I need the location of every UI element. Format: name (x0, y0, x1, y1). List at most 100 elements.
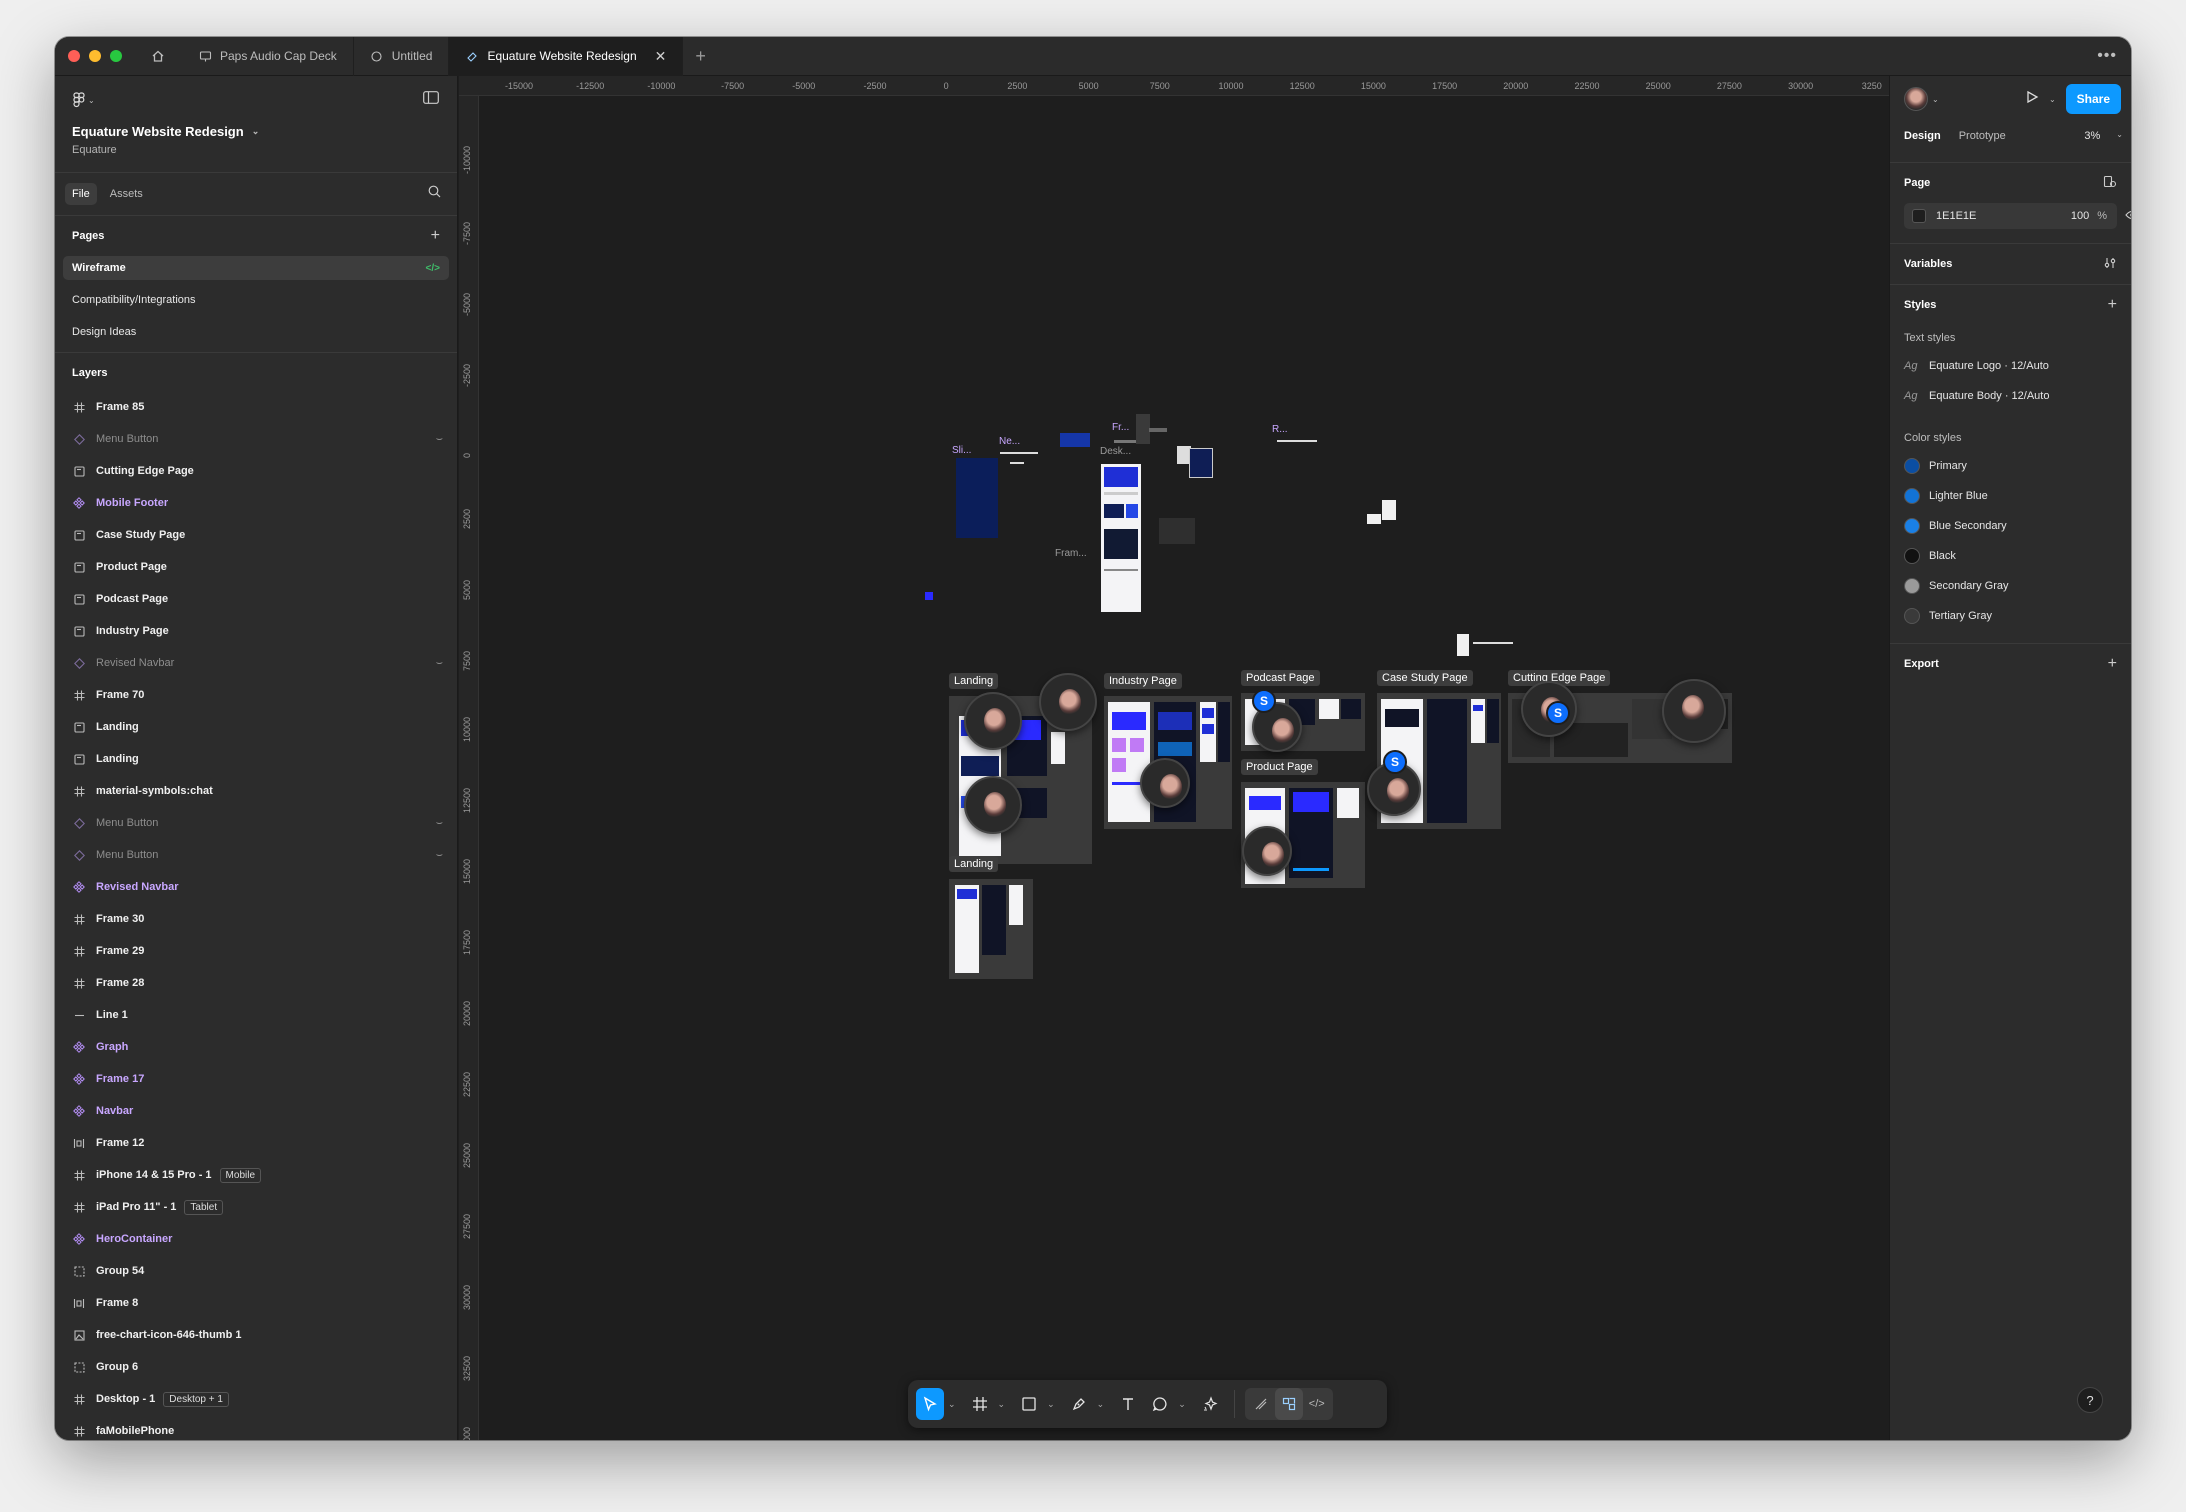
frame-thumb[interactable] (1319, 699, 1339, 719)
tab-assets[interactable]: Assets (103, 183, 150, 205)
collaborator-avatar[interactable] (1242, 826, 1292, 876)
canvas[interactable]: -15000 -12500 -10000 -7500 -5000 -2500 0 2500 50… (459, 76, 1889, 1440)
dev-mode-icon[interactable]: </> (1303, 1388, 1331, 1420)
section-label-landing-2[interactable]: Landing (949, 856, 999, 872)
layer-row[interactable]: Group 54 (55, 1255, 457, 1287)
color-style-item[interactable]: Primary (1904, 451, 2117, 481)
collaborator-initial-badge[interactable]: S (1252, 689, 1276, 713)
add-export-icon[interactable]: + (2108, 655, 2117, 673)
layer-row[interactable]: Landing (55, 743, 457, 775)
zoom-control[interactable]: 3% ⌄ (2084, 130, 2123, 142)
pen-tool-icon[interactable] (1065, 1388, 1093, 1420)
layer-row[interactable]: Menu Button ⌣ (55, 839, 457, 871)
section-label-industry[interactable]: Industry Page (1104, 673, 1182, 689)
layer-row[interactable]: Frame 29 (55, 935, 457, 967)
chevron-down-icon[interactable]: ⌄ (2049, 95, 2056, 104)
section-label-landing[interactable]: Landing (949, 673, 999, 689)
layer-row[interactable]: Frame 28 (55, 967, 457, 999)
variables-settings-icon[interactable] (2103, 256, 2117, 273)
frame-thumb-small[interactable] (1136, 414, 1150, 444)
color-style-item[interactable]: Tertiary Gray (1904, 601, 2117, 631)
collaborator-initial-badge[interactable]: S (1546, 701, 1570, 725)
line-element[interactable] (1277, 440, 1317, 442)
color-style-item[interactable]: Blue Secondary (1904, 511, 2117, 541)
frame-thumb[interactable] (1009, 885, 1023, 925)
page-item-compatibility[interactable]: Compatibility/Integrations (63, 288, 449, 312)
chevron-down-icon[interactable]: ⌄ (1097, 1399, 1105, 1410)
layer-row[interactable]: Frame 85 (55, 391, 457, 423)
frame-thumb-small[interactable] (925, 592, 933, 600)
share-button[interactable]: Share (2065, 84, 2121, 114)
tab-prototype[interactable]: Prototype (1953, 126, 2012, 146)
layer-row[interactable]: free-chart-icon-646-thumb 1 (55, 1319, 457, 1351)
frame-thumb[interactable] (1218, 702, 1230, 762)
hidden-toggle-icon[interactable]: ⌣ (436, 817, 443, 830)
home-icon[interactable] (148, 46, 168, 66)
layer-row[interactable]: Landing (55, 711, 457, 743)
figma-menu-icon[interactable]: ⌄ (73, 92, 95, 108)
line-element[interactable] (1000, 452, 1038, 454)
text-tool-icon[interactable] (1114, 1388, 1142, 1420)
canvas-label-fr[interactable]: Fr... (1112, 422, 1129, 433)
layer-row[interactable]: Podcast Page (55, 583, 457, 615)
search-icon[interactable] (428, 185, 441, 203)
layer-row[interactable]: Frame 17 (55, 1063, 457, 1095)
layer-row[interactable]: faMobilePhone (55, 1415, 457, 1440)
layer-row[interactable]: Desktop - 1 Desktop + 1 (55, 1383, 457, 1415)
line-element[interactable] (1010, 462, 1024, 464)
frame-thumb-small[interactable] (1189, 448, 1213, 478)
tab-untitled[interactable]: Untitled (354, 37, 450, 76)
collaborator-avatar[interactable] (1662, 679, 1726, 743)
layer-row[interactable]: Frame 8 (55, 1287, 457, 1319)
page-item-wireframe[interactable]: Wireframe </> (63, 256, 449, 280)
help-button[interactable]: ? (2077, 1387, 2103, 1413)
frame-thumb[interactable] (955, 885, 979, 973)
layer-row[interactable]: material-symbols:chat (55, 775, 457, 807)
tab-design[interactable]: Design (1898, 126, 1947, 146)
page-color-field[interactable]: 1E1E1E 100 % (1904, 203, 2131, 229)
layer-row[interactable]: Menu Button ⌣ (55, 807, 457, 839)
collaborator-avatar[interactable] (964, 776, 1022, 834)
page-item-design-ideas[interactable]: Design Ideas (63, 320, 449, 344)
layer-row[interactable]: Menu Button ⌣ (55, 423, 457, 455)
layer-row[interactable]: Case Study Page (55, 519, 457, 551)
move-tool-icon[interactable] (916, 1388, 944, 1420)
close-window-button[interactable] (68, 50, 80, 62)
layer-row[interactable]: iPhone 14 & 15 Pro - 1 Mobile (55, 1159, 457, 1191)
layer-row[interactable]: Navbar (55, 1095, 457, 1127)
chevron-down-icon[interactable]: ⌄ (1047, 1399, 1055, 1410)
layer-row[interactable]: Line 1 (55, 999, 457, 1031)
section-label-case-study[interactable]: Case Study Page (1377, 670, 1473, 686)
layer-row[interactable]: Revised Navbar (55, 871, 457, 903)
chevron-down-icon[interactable]: ⌄ (1178, 1399, 1186, 1410)
project-title[interactable]: Equature Website Redesign ⌄ (72, 124, 440, 139)
collaborator-initial-badge[interactable]: S (1383, 750, 1407, 774)
toggle-sidebar-icon[interactable] (423, 91, 439, 109)
frame-tool-icon[interactable] (966, 1388, 994, 1420)
color-style-item[interactable]: Lighter Blue (1904, 481, 2117, 511)
layer-row[interactable]: Graph (55, 1031, 457, 1063)
frame-thumb-small[interactable] (1149, 428, 1167, 432)
frame-thumb[interactable] (1108, 702, 1150, 822)
canvas-label-ne[interactable]: Ne... (999, 436, 1020, 447)
layer-row[interactable]: iPad Pro 11" - 1 Tablet (55, 1191, 457, 1223)
actions-ai-icon[interactable] (1196, 1388, 1224, 1420)
hidden-toggle-icon[interactable]: ⌣ (436, 657, 443, 670)
layer-row[interactable]: Frame 12 (55, 1127, 457, 1159)
frame-thumb-small[interactable] (1382, 500, 1396, 520)
rectangle-tool-icon[interactable] (1015, 1388, 1043, 1420)
frame-thumb-small[interactable] (1457, 634, 1469, 656)
more-options-icon[interactable]: ••• (2097, 47, 2117, 65)
frame-thumb-desktop[interactable] (1101, 464, 1141, 612)
canvas-label-r[interactable]: R... (1272, 424, 1288, 435)
chevron-down-icon[interactable]: ⌄ (998, 1399, 1006, 1410)
comment-tool-icon[interactable] (1146, 1388, 1174, 1420)
frame-thumb-small[interactable] (1367, 514, 1381, 524)
hidden-toggle-icon[interactable]: ⌣ (436, 433, 443, 446)
frame-thumb[interactable] (982, 885, 1006, 955)
frame-thumb[interactable] (1471, 699, 1485, 743)
present-play-icon[interactable] (2025, 90, 2039, 109)
frame-thumb-slider[interactable] (956, 458, 998, 538)
collaborator-avatar[interactable] (1140, 758, 1190, 808)
frame-thumb[interactable] (1289, 788, 1333, 878)
